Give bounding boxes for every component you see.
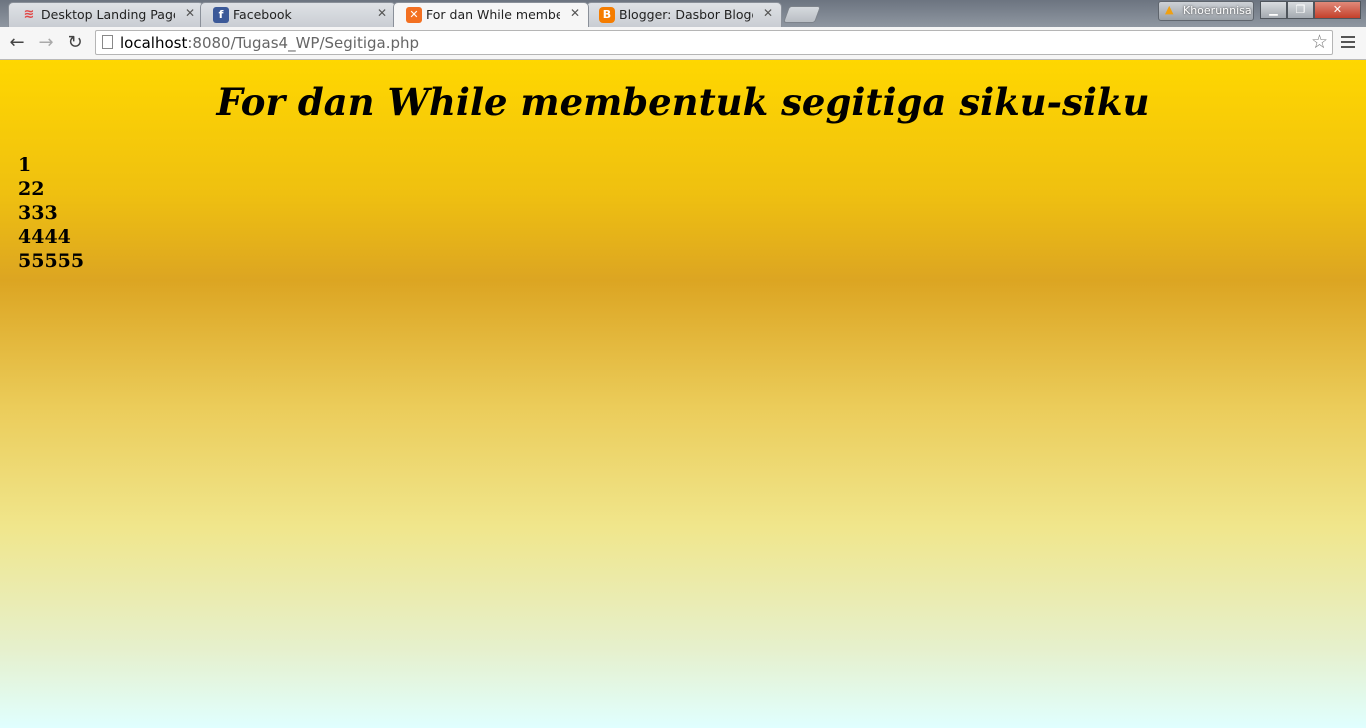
close-window-button[interactable]: ✕ (1314, 1, 1361, 19)
number-triangle: 1 22 333 4444 55555 (18, 153, 84, 273)
close-tab-icon[interactable]: ✕ (377, 6, 387, 20)
triangle-row: 4444 (18, 226, 71, 248)
tab-facebook[interactable]: f Facebook ✕ (200, 2, 396, 27)
url-path: :8080/Tugas4_WP/Segitiga.php (187, 34, 420, 52)
profile-name: Khoerunnisa (1183, 4, 1252, 17)
triangle-row: 55555 (18, 250, 85, 272)
tab-for-dan-while[interactable]: ✕ For dan While membentuk ✕ (393, 2, 589, 27)
close-tab-icon[interactable]: ✕ (185, 6, 195, 20)
bookmark-star-icon[interactable]: ☆ (1311, 31, 1328, 53)
blogger-icon: B (599, 7, 615, 23)
tab-title: Blogger: Dasbor Blogger (619, 7, 753, 22)
profile-button[interactable]: ▲ Khoerunnisa (1158, 1, 1254, 21)
chrome-menu-icon[interactable] (1341, 34, 1355, 52)
xampp-icon: ✕ (406, 7, 422, 23)
tab-title: Desktop Landing Page (41, 7, 175, 22)
page-heading: For dan While membentuk segitiga siku-si… (216, 80, 1150, 124)
url-host: localhost (120, 34, 188, 52)
back-button[interactable]: ← (6, 32, 28, 54)
close-tab-icon[interactable]: ✕ (570, 6, 580, 20)
reload-icon: ↻ (67, 32, 83, 53)
maximize-button[interactable]: ❐ (1287, 1, 1314, 19)
triangle-row: 22 (18, 178, 45, 200)
page-content: For dan While membentuk segitiga siku-si… (0, 60, 1366, 728)
triangle-row: 333 (18, 202, 58, 224)
forward-arrow-icon: → (38, 32, 54, 53)
minimize-button[interactable]: ▁ (1260, 1, 1287, 19)
page-icon (102, 35, 113, 49)
facebook-icon: f (213, 7, 229, 23)
browser-toolbar: ← → ↻ localhost:8080/Tugas4_WP/Segitiga.… (0, 27, 1366, 60)
reload-button[interactable]: ↻ (64, 32, 86, 54)
tab-title: For dan While membentuk (426, 7, 560, 22)
tab-blogger[interactable]: B Blogger: Dasbor Blogger ✕ (586, 2, 782, 27)
url-text[interactable]: localhost:8080/Tugas4_WP/Segitiga.php (120, 34, 419, 52)
triangle-row: 1 (18, 154, 32, 176)
back-arrow-icon: ← (9, 32, 25, 53)
close-tab-icon[interactable]: ✕ (763, 6, 773, 20)
forward-button[interactable]: → (35, 32, 57, 54)
tab-desktop-landing-page[interactable]: ≋ Desktop Landing Page ✕ (8, 2, 204, 27)
tab-title: Facebook (233, 7, 292, 22)
address-bar[interactable]: localhost:8080/Tugas4_WP/Segitiga.php ☆ (95, 30, 1333, 55)
wifi-icon: ≋ (23, 7, 35, 22)
new-tab-button[interactable] (782, 6, 822, 23)
tab-strip: ≋ Desktop Landing Page ✕ f Facebook ✕ ✕ … (0, 0, 1366, 27)
warning-icon: ▲ (1165, 3, 1174, 16)
